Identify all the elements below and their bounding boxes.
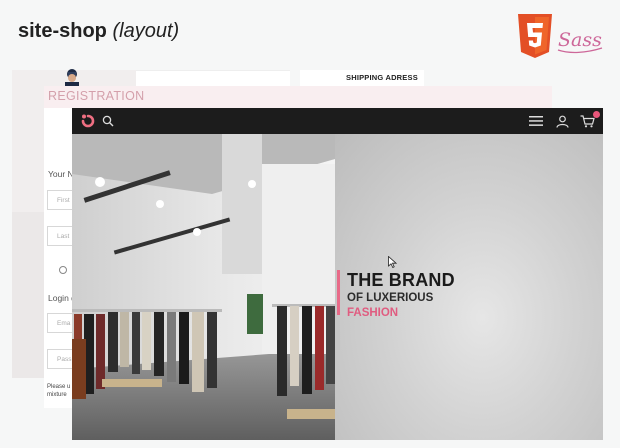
store-interior-photo	[72, 134, 335, 440]
hero-tagline: FASHION	[347, 307, 399, 319]
your-name-label: Your N	[48, 169, 74, 179]
registration-title: REGISTRATION	[48, 89, 145, 103]
user-icon[interactable]	[556, 115, 569, 128]
avatar-icon	[65, 69, 79, 88]
last-name-input[interactable]: Last	[47, 226, 73, 246]
email-input[interactable]: Ema	[47, 313, 73, 333]
hero-accent-bar	[337, 270, 340, 315]
search-icon[interactable]	[102, 115, 114, 127]
logo-icon[interactable]	[79, 112, 97, 130]
password-note-line2: mixture	[47, 392, 67, 398]
cart-count-badge	[593, 111, 600, 118]
hero-headline: THE BRAND	[347, 270, 455, 290]
html5-logo-icon	[518, 14, 552, 58]
password-note-line1: Please u	[47, 384, 71, 390]
password-note: Please u mixture	[47, 383, 70, 399]
page-title: site-shop (layout)	[18, 20, 179, 43]
first-name-input[interactable]: First	[47, 190, 73, 210]
radio-button[interactable]	[59, 266, 67, 274]
top-navbar	[72, 108, 603, 134]
hero-subheadline: OF LUXERIOUS	[347, 292, 434, 304]
shipping-address-heading: SHIPPING ADRESS	[346, 73, 418, 82]
background-screen-strip	[12, 212, 44, 378]
svg-text:Sass: Sass	[558, 29, 602, 51]
menu-icon[interactable]	[529, 115, 543, 127]
password-input[interactable]: Pass	[47, 349, 73, 369]
mouse-cursor-icon	[388, 256, 397, 268]
title-main: site-shop	[18, 20, 107, 42]
cart-icon[interactable]	[580, 115, 595, 128]
sass-logo-icon: Sass	[557, 29, 603, 54]
title-sub: (layout)	[112, 20, 180, 42]
